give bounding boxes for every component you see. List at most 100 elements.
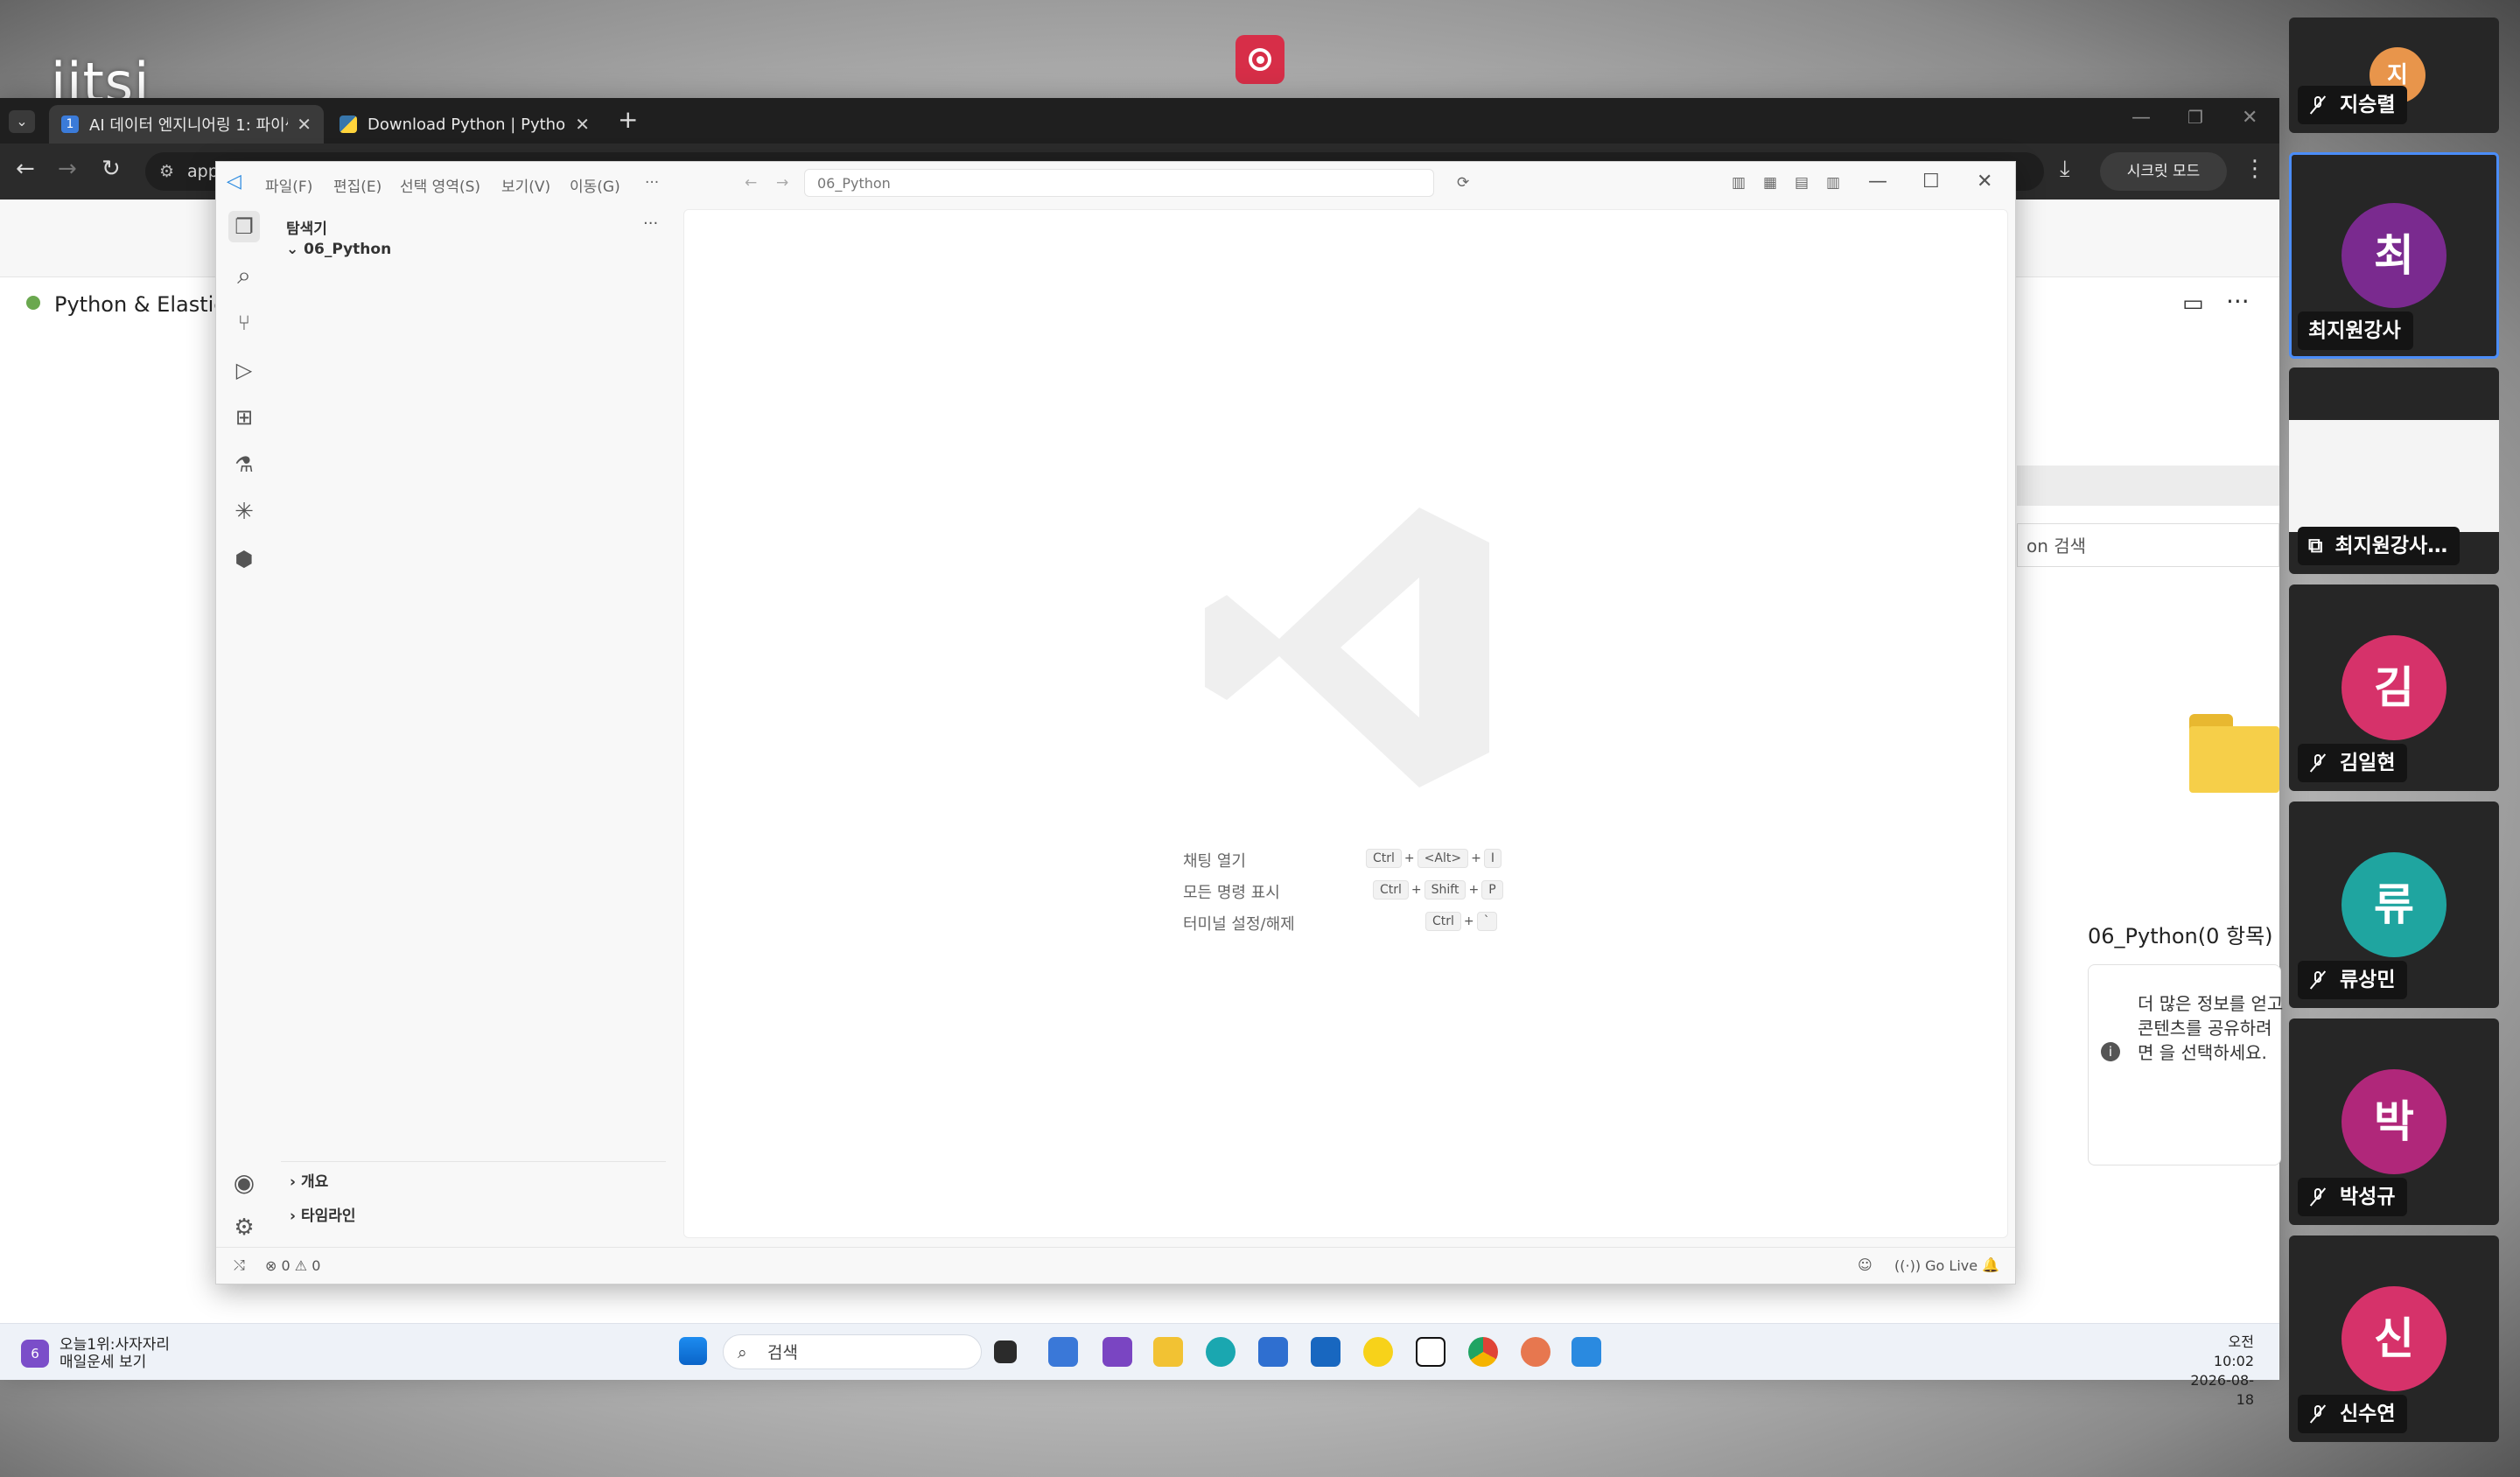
chrome-icon[interactable] [1468,1337,1498,1367]
taskbar-search-input[interactable]: ⌕ 검색 [723,1334,982,1369]
vscode-taskbar-icon[interactable] [1572,1337,1601,1367]
tab-download-python[interactable]: Download Python | Python.org ✕ [327,105,602,144]
folder-row[interactable]: ⌄ 06_Python [286,241,391,258]
download-icon[interactable]: ⤓ [2060,156,2070,183]
minimize-browser-icon[interactable]: — [2132,107,2151,129]
key: I [1483,849,1502,868]
menu-more[interactable]: ··· [645,174,659,192]
widget-line1: 오늘1위:사자자리 [60,1336,171,1354]
menu-go[interactable]: 이동(G) [570,174,620,196]
settings-gear-icon[interactable]: ⚙ [228,1212,260,1243]
source-control-icon[interactable]: ⑂ [228,307,260,339]
mic-muted-icon [2308,1404,2328,1424]
edge-icon[interactable] [1206,1337,1236,1367]
menu-view[interactable]: 보기(V) [501,174,550,196]
name-text: 최지원강사… [2334,535,2448,557]
chevron-right-icon: › [290,1173,301,1191]
notebook-favicon-icon: 1 [61,116,79,133]
paint-app-icon[interactable] [1048,1337,1078,1367]
reload-icon[interactable]: ↻ [102,156,121,182]
more-options-icon[interactable]: ··· [2226,287,2250,316]
search-icon[interactable]: ⌕ [228,260,260,291]
comment-icon[interactable]: ▭ [2182,290,2204,317]
restore-browser-icon[interactable]: ❐ [2188,107,2203,128]
participant-tile[interactable]: 지 지승렬 [2289,18,2499,133]
nav-back-icon[interactable]: ← [745,174,757,192]
status-dot [26,296,40,310]
explorer-icon[interactable]: ❐ [228,211,260,242]
run-debug-icon[interactable]: ▷ [228,354,260,386]
minimize-icon[interactable]: — [1868,171,1887,192]
file-explorer-icon[interactable] [1153,1337,1183,1367]
problems-indicator[interactable]: ⊗ 0 ⚠ 0 [265,1257,320,1274]
participant-name: ⧉ 최지원강사… [2298,527,2460,565]
mic-muted-icon [2308,970,2328,990]
go-live-button[interactable]: ((·)) Go Live [1894,1257,1978,1274]
notifications-bell-icon[interactable]: 🔔 [1982,1256,1999,1273]
menu-edit[interactable]: 편집(E) [333,174,382,196]
tab-list-dropdown[interactable]: ⌄ [9,110,35,133]
explorer-more-icon[interactable]: ··· [643,214,658,233]
notion-icon[interactable] [1416,1337,1446,1367]
account-icon[interactable]: ◉ [228,1166,260,1198]
close-browser-icon[interactable]: ✕ [2242,107,2258,129]
key: Ctrl [1366,849,1402,868]
close-tab-icon[interactable]: ✕ [297,114,312,135]
site-settings-icon[interactable]: ⚙ [159,152,174,191]
task-view-icon[interactable] [994,1340,1017,1363]
toggle-secondary-sidebar-icon[interactable]: ▥ [1826,174,1840,192]
participant-name: 최지원강사 [2298,312,2413,350]
claude-ext-icon[interactable]: ✳ [228,496,260,528]
participant-tile[interactable]: 신 신수연 [2289,1236,2499,1442]
taskbar: 6 오늘1위:사자자리 매일운세 보기 ⌕ 검색 오전 10:02 2026-08… [0,1323,2279,1408]
copilot-status-icon[interactable]: ☺ [1858,1256,1872,1273]
outline-section[interactable]: › 개요 [290,1169,328,1191]
python-ext-icon[interactable]: ⬢ [228,543,260,575]
customize-layout-icon[interactable]: ▦ [1763,174,1777,192]
browser-menu-icon[interactable]: ⋮ [2244,156,2266,182]
name-text: 신수연 [2340,1403,2396,1425]
tab-label: Download Python | Python.org [368,115,566,134]
broadcast-icon: ((·)) [1894,1257,1926,1274]
clipchamp-icon[interactable] [1102,1337,1132,1367]
participant-name: 류상민 [2298,961,2408,999]
kakaotalk-icon[interactable] [1363,1337,1393,1367]
participant-tile-screenshare[interactable]: ⧉ 최지원강사… [2289,368,2499,574]
back-icon[interactable]: ← [16,156,35,182]
store-icon[interactable] [1258,1337,1288,1367]
incognito-badge[interactable]: 시크릿 모드 [2100,152,2227,191]
explorer-sidebar: 탐색기 ··· ⌄ 06_Python › 개요 › 타임라인 [272,204,675,1236]
claude-icon[interactable] [1521,1337,1550,1367]
name-text: 지승렬 [2340,94,2396,116]
extensions-icon[interactable]: ⊞ [228,402,260,433]
close-tab-icon[interactable]: ✕ [575,114,590,135]
participant-tile[interactable]: 김 김일현 [2289,584,2499,791]
close-icon[interactable]: ✕ [1977,171,1992,192]
system-clock[interactable]: 오전 10:02 2026-08-18 [2184,1333,2254,1410]
remote-icon[interactable]: ⤭ [234,1256,245,1274]
participant-tile[interactable]: 최 최지원강사 [2289,152,2499,359]
toggle-panel-icon[interactable]: ▤ [1795,174,1809,192]
panel-search-input[interactable]: on 검색 [2017,523,2279,567]
avatar: 류 [2342,852,2446,957]
forward-icon[interactable]: → [58,156,77,182]
record-icon [1249,48,1271,71]
participant-tile[interactable]: 박 박성규 [2289,1018,2499,1225]
folder-icon [2189,714,2279,793]
participant-tile[interactable]: 류 류상민 [2289,802,2499,1008]
mic-muted-icon [2308,95,2328,115]
menu-selection[interactable]: 선택 영역(S) [400,174,480,196]
timeline-section[interactable]: › 타임라인 [290,1203,356,1225]
menu-file[interactable]: 파일(F) [265,174,312,196]
windows-start-icon[interactable] [679,1337,707,1365]
testing-icon[interactable]: ⚗ [228,449,260,480]
command-center[interactable]: 06_Python [804,169,1434,197]
recording-button[interactable] [1236,35,1284,84]
outlook-icon[interactable] [1311,1337,1340,1367]
maximize-icon[interactable]: ☐ [1922,171,1940,192]
tab-ai-data-engineering[interactable]: 1 AI 데이터 엔지니어링 1: 파이썬 ✕ [49,105,324,144]
toggle-sidebar-icon[interactable]: ▥ [1732,174,1746,192]
nav-forward-icon[interactable]: → [776,174,788,192]
copilot-icon[interactable]: ⟳ [1457,174,1469,192]
new-tab-button[interactable]: + [618,105,638,134]
